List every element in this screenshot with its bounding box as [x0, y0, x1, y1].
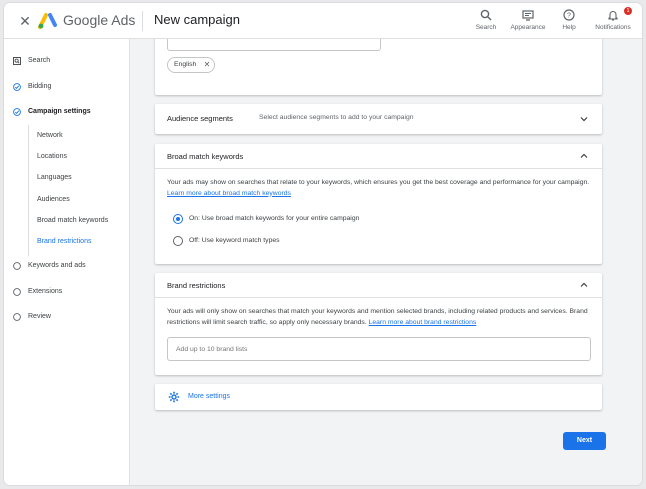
search-campaign-icon — [13, 57, 21, 65]
brand-name: Google Ads — [63, 12, 136, 28]
languages-card: English ✕ — [155, 39, 602, 95]
main-content: English ✕ Audience segments Select audie… — [130, 39, 642, 485]
card-divider — [155, 168, 602, 169]
card-divider — [155, 297, 602, 298]
sidebar-sub-item-brand-restrictions[interactable]: Brand restrictions — [4, 234, 130, 250]
sidebar-sub-item-label: Broad match keywords — [37, 217, 109, 224]
broad-match-card-title: Broad match keywords — [167, 152, 244, 161]
brand-description: Your ads will only show on searches that… — [167, 307, 591, 328]
app-window: ✕ Google Ads New campaign Search Appeara… — [4, 3, 642, 485]
next-button[interactable]: Next — [563, 432, 606, 450]
audience-card-summary: Select audience segments to add to your … — [259, 114, 414, 121]
sidebar-item-campaign-settings[interactable]: Campaign settings — [4, 103, 130, 121]
top-bar: ✕ Google Ads New campaign Search Appeara… — [4, 3, 642, 39]
sidebar-item-search[interactable]: Search — [4, 52, 130, 70]
notification-badge: 1 — [624, 7, 632, 15]
sidebar-sub-item-network[interactable]: Network — [4, 128, 130, 144]
header-help-label: Help — [562, 24, 576, 31]
empty-circle-icon — [13, 288, 21, 296]
broad-match-learn-more-link[interactable]: Learn more about broad match keywords — [167, 190, 291, 197]
sidebar-sub-item-audiences[interactable]: Audiences — [4, 192, 130, 208]
appearance-icon — [522, 10, 534, 21]
more-settings-label: More settings — [188, 393, 231, 400]
empty-circle-icon — [13, 313, 21, 321]
broad-match-on-label: On: Use broad match keywords for your en… — [189, 215, 360, 222]
sidebar-sub-item-languages[interactable]: Languages — [4, 170, 130, 186]
sidebar-item-label: Search — [28, 57, 51, 64]
radio-unselected[interactable] — [173, 236, 183, 246]
bell-icon — [608, 11, 618, 21]
check-circle-icon — [13, 108, 21, 116]
header-notifications-button[interactable]: 1 Notifications — [592, 7, 634, 37]
brand-learn-more-link[interactable]: Learn more about brand restrictions — [369, 319, 477, 326]
language-chip-label: English — [174, 61, 197, 68]
audience-segments-card[interactable]: Audience segments Select audience segmen… — [155, 104, 602, 134]
broad-match-off-label: Off: Use keyword match types — [189, 237, 280, 244]
brand-card-title: Brand restrictions — [167, 281, 226, 290]
header-search-button[interactable]: Search — [472, 9, 500, 37]
sidebar-item-label: Bidding — [28, 83, 52, 90]
language-search-input[interactable] — [167, 39, 381, 51]
audience-card-title: Audience segments — [167, 114, 233, 123]
brand-lists-input[interactable] — [167, 337, 591, 361]
close-icon[interactable]: ✕ — [17, 13, 33, 29]
header-appearance-button[interactable]: Appearance — [508, 9, 548, 37]
broad-match-description: Your ads may show on searches that relat… — [167, 178, 591, 199]
chevron-up-icon[interactable] — [579, 151, 589, 161]
header-help-button[interactable]: ? Help — [556, 9, 582, 37]
page-title: New campaign — [154, 12, 240, 27]
language-chip: English ✕ — [167, 57, 216, 73]
header-notifications-label: Notifications — [595, 24, 631, 31]
more-settings-row[interactable]: More settings — [155, 384, 602, 410]
sidebar-item-label: Keywords and ads — [28, 262, 86, 269]
broad-match-card: Broad match keywords Your ads may show o… — [155, 144, 602, 264]
header-divider — [142, 11, 143, 31]
sidebar-sub-item-label: Languages — [37, 174, 72, 181]
header-search-label: Search — [475, 24, 497, 31]
search-icon — [480, 9, 492, 21]
sidebar-sub-item-label: Network — [37, 132, 63, 139]
campaign-steps-sidebar: Search Bidding Campaign settings Network… — [4, 39, 130, 485]
broad-match-description-text: Your ads may show on searches that relat… — [167, 179, 590, 186]
sidebar-sub-item-locations[interactable]: Locations — [4, 149, 130, 165]
sidebar-sub-item-label: Brand restrictions — [37, 238, 92, 245]
help-icon: ? — [563, 9, 575, 21]
radio-selected[interactable] — [173, 214, 183, 224]
sidebar-item-label: Extensions — [28, 288, 63, 295]
sidebar-sub-item-broad-match-keywords[interactable]: Broad match keywords — [4, 213, 130, 229]
sidebar-sub-item-label: Audiences — [37, 196, 70, 203]
svg-text:?: ? — [567, 13, 571, 20]
brand-restrictions-card: Brand restrictions Your ads will only sh… — [155, 273, 602, 375]
chevron-up-icon[interactable] — [579, 280, 589, 290]
check-circle-icon — [13, 83, 21, 91]
sidebar-sub-item-label: Locations — [37, 153, 67, 160]
sidebar-item-review[interactable]: Review — [4, 308, 130, 326]
header-appearance-label: Appearance — [510, 24, 546, 31]
sidebar-item-extensions[interactable]: Extensions — [4, 283, 130, 301]
google-ads-logo — [38, 13, 57, 29]
sidebar-item-label: Campaign settings — [28, 108, 91, 115]
sidebar-item-keywords-and-ads[interactable]: Keywords and ads — [4, 257, 130, 275]
sidebar-item-label: Review — [28, 313, 51, 320]
gear-icon — [168, 391, 180, 403]
chevron-down-icon[interactable] — [579, 114, 589, 124]
empty-circle-icon — [13, 262, 21, 270]
remove-chip-icon[interactable]: ✕ — [204, 58, 211, 72]
sidebar-item-bidding[interactable]: Bidding — [4, 78, 130, 96]
